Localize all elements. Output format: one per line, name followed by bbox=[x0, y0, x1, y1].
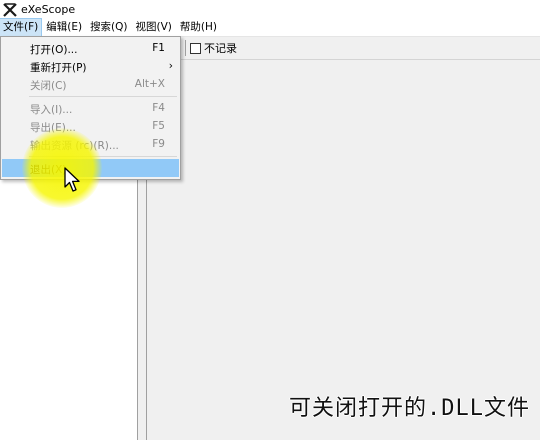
menu-help[interactable]: 帮助(H) bbox=[177, 19, 220, 36]
menu-item-label: 重新打开(P) bbox=[30, 62, 87, 74]
menu-item-import[interactable]: 导入(I)... F4 bbox=[2, 99, 179, 117]
file-menu-dropdown: 打开(O)... F1 重新打开(P) › 关闭(C) Alt+X 导入(I).… bbox=[0, 36, 181, 180]
menu-item-label: 导出(E)... bbox=[30, 122, 76, 134]
menu-item-shortcut: F4 bbox=[152, 102, 165, 114]
menu-bar: 文件(F) 编辑(E) 搜索(Q) 视图(V) 帮助(H) bbox=[0, 18, 540, 37]
no-record-checkbox[interactable]: 不记录 bbox=[190, 40, 237, 56]
menu-view[interactable]: 视图(V) bbox=[133, 19, 175, 36]
menu-item-label: 导入(I)... bbox=[30, 104, 73, 116]
menu-item-exit[interactable]: 退出(X) bbox=[2, 159, 179, 177]
menu-search[interactable]: 搜索(Q) bbox=[87, 19, 130, 36]
menu-item-label: 关闭(C) bbox=[30, 80, 67, 92]
menu-item-label: 输出资源 (rc)(R)... bbox=[30, 140, 119, 152]
title-bar: eXeScope bbox=[0, 0, 540, 19]
menu-item-export-rc[interactable]: 输出资源 (rc)(R)... F9 bbox=[2, 135, 179, 153]
menu-item-open[interactable]: 打开(O)... F1 bbox=[2, 39, 179, 57]
menu-item-shortcut: F5 bbox=[152, 120, 165, 132]
exescope-app-icon bbox=[3, 2, 17, 17]
no-record-label: 不记录 bbox=[204, 42, 237, 55]
checkbox-box[interactable] bbox=[190, 42, 201, 54]
video-caption: 可关闭打开的.DLL文件 bbox=[289, 396, 530, 421]
mouse-pointer-icon bbox=[64, 167, 80, 192]
menu-item-label: 退出(X) bbox=[30, 164, 67, 176]
menu-item-shortcut: F9 bbox=[152, 138, 165, 150]
menu-item-shortcut: Alt+X bbox=[134, 78, 165, 90]
window-title: eXeScope bbox=[21, 3, 76, 16]
menu-item-label: 打开(O)... bbox=[30, 44, 78, 56]
submenu-arrow-icon: › bbox=[168, 60, 173, 72]
menu-item-close[interactable]: 关闭(C) Alt+X bbox=[2, 75, 179, 93]
menu-item-shortcut: F1 bbox=[152, 42, 165, 54]
menu-item-reopen[interactable]: 重新打开(P) › bbox=[2, 57, 179, 75]
menu-separator bbox=[29, 156, 177, 157]
menu-file[interactable]: 文件(F) bbox=[0, 18, 43, 37]
menu-separator bbox=[29, 96, 177, 97]
menu-edit[interactable]: 编辑(E) bbox=[43, 19, 85, 36]
menu-item-export[interactable]: 导出(E)... F5 bbox=[2, 117, 179, 135]
content-pane[interactable] bbox=[146, 60, 540, 440]
toolbar-separator bbox=[185, 40, 186, 56]
